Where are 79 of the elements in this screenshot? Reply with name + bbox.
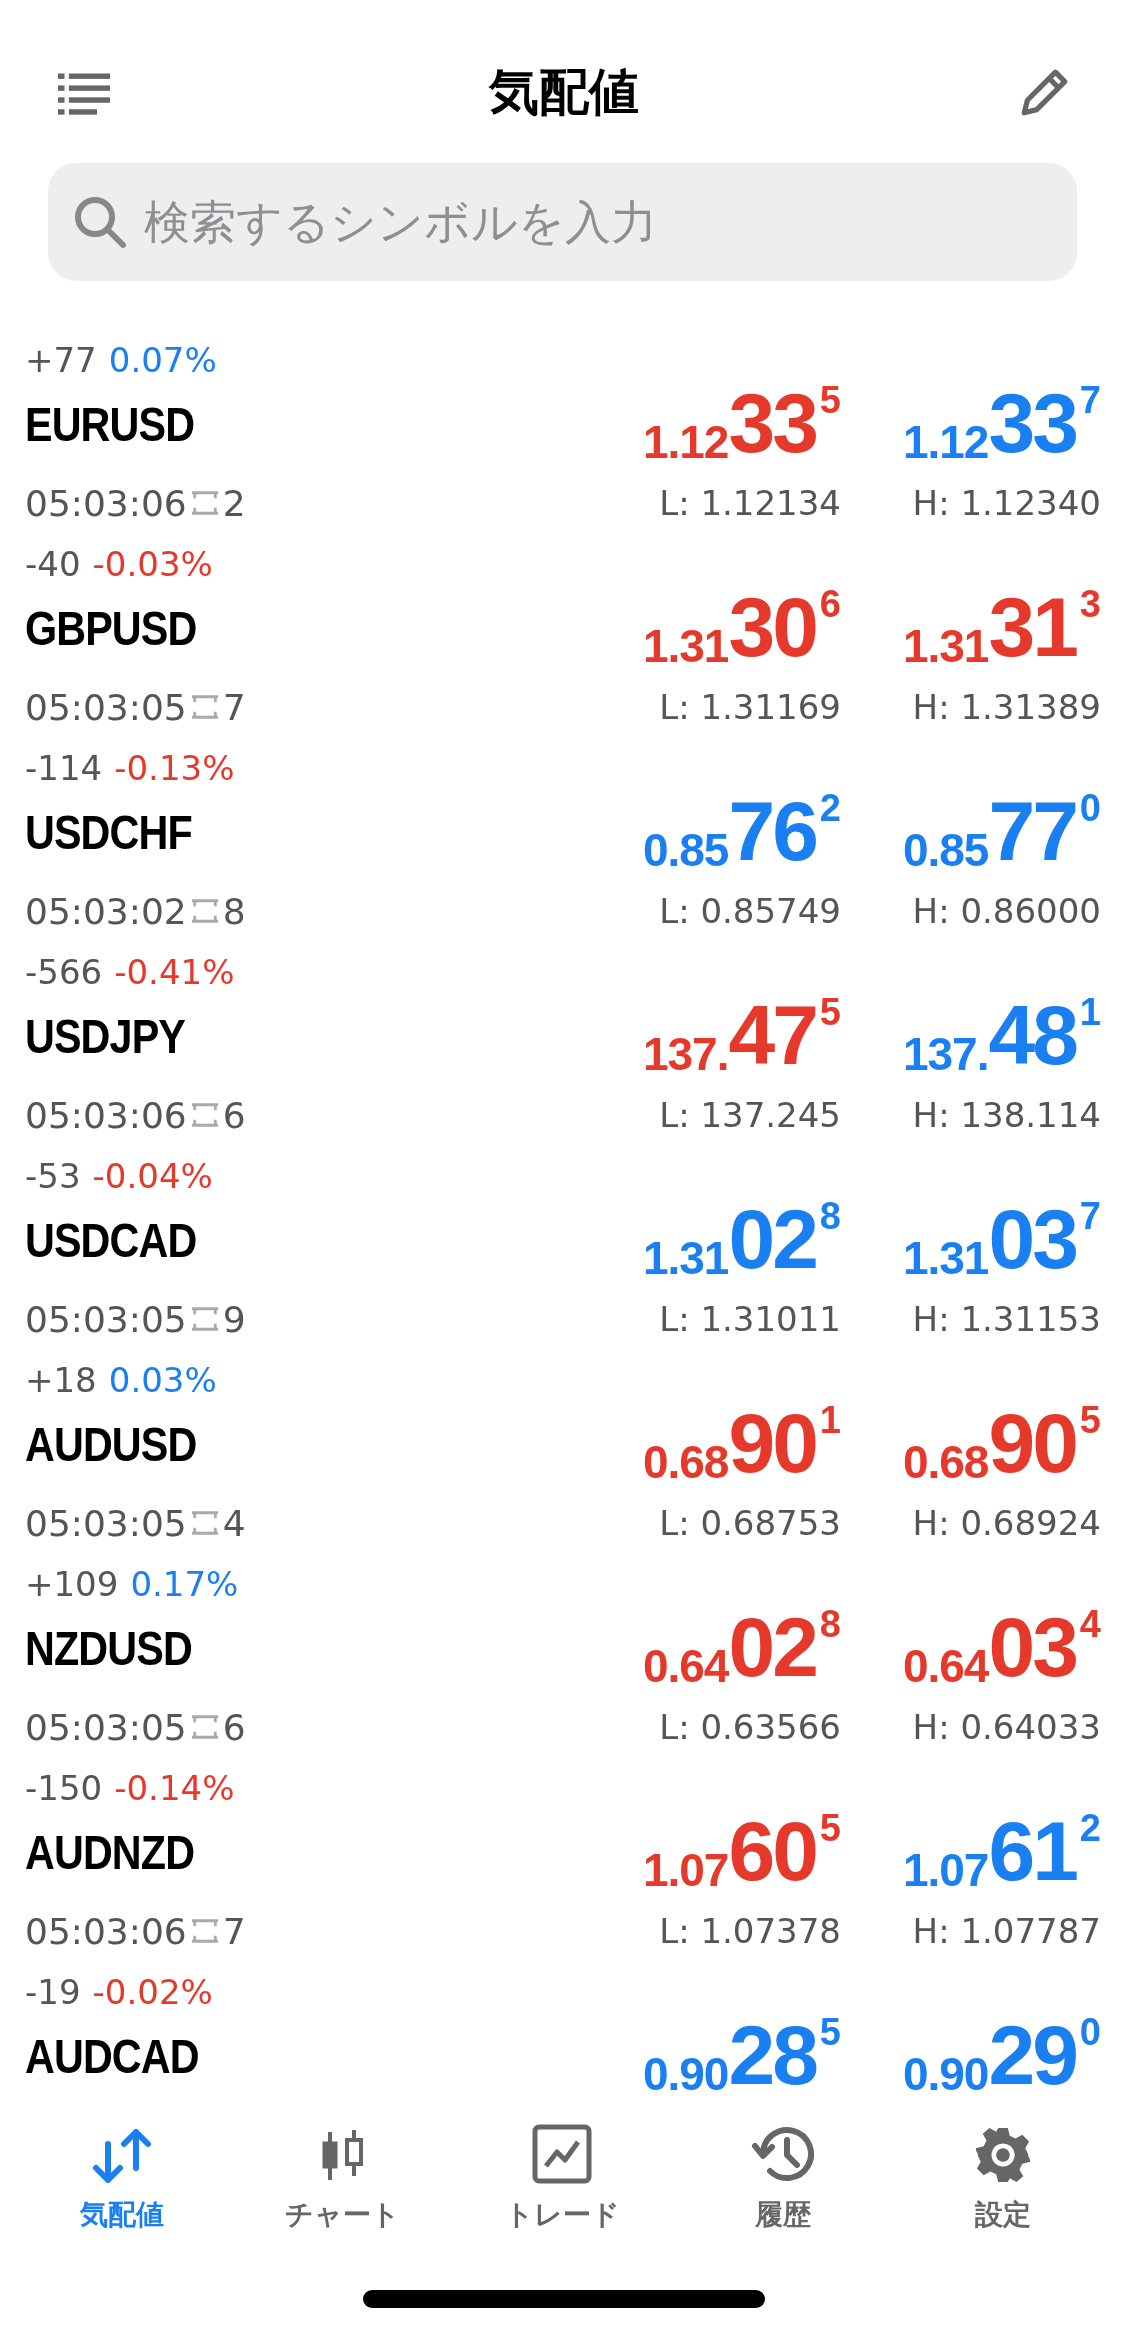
quote-time: 05:03:06 (25, 1094, 187, 1136)
symbol-name[interactable]: AUDCAD (25, 2028, 512, 2084)
low-price: L: 1.31169 (659, 687, 841, 727)
low-price: L: 0.68753 (659, 1503, 841, 1543)
change-percent: -0.04% (92, 1156, 213, 1196)
quote-time: 05:03:05 (25, 686, 187, 728)
symbol-name[interactable]: AUDNZD (25, 1824, 512, 1880)
change-points: -566 (25, 952, 103, 992)
change-points: -150 (25, 1768, 103, 1808)
spread-icon (190, 896, 219, 926)
high-price: H: 1.31389 (912, 687, 1101, 727)
tab[interactable]: 気配値 (22, 2104, 223, 2234)
low-price: L: 1.12134 (659, 483, 841, 523)
history-clock-icon (750, 2124, 815, 2184)
symbol-name[interactable]: AUDUSD (25, 1416, 512, 1472)
change-percent: 0.03% (108, 1360, 217, 1400)
spread-icon (190, 1916, 219, 1946)
spread-value: 4 (222, 1502, 246, 1544)
change-percent: -0.14% (114, 1768, 235, 1808)
change-points: -40 (25, 544, 81, 584)
low-price: L: 137.245 (659, 1095, 841, 1135)
change-percent: -0.41% (114, 952, 235, 992)
spread-value: 6 (222, 1094, 246, 1136)
symbol-name[interactable]: EURUSD (25, 396, 512, 452)
spread-icon (190, 692, 219, 722)
symbol-name[interactable]: USDCHF (25, 804, 512, 860)
symbol-name[interactable]: USDCAD (25, 1212, 512, 1268)
high-price: H: 0.86000 (912, 891, 1101, 931)
spread-value: 7 (222, 686, 246, 728)
symbol-name[interactable]: USDJPY (25, 1008, 512, 1064)
spread-icon (190, 488, 219, 518)
tab[interactable]: 履歴 (682, 2104, 883, 2234)
quote-time: 05:03:05 (25, 1706, 187, 1748)
spread-value: 2 (222, 482, 246, 524)
quote-time: 05:03:06 (25, 1910, 187, 1952)
spread-value: 6 (222, 1706, 246, 1748)
quote-time: 05:03:05 (25, 1298, 187, 1340)
quote-time: 05:03:05 (25, 1502, 187, 1544)
high-price: H: 0.64033 (912, 1707, 1101, 1747)
change-points: +109 (25, 1564, 119, 1604)
quote-time: 05:03:06 (25, 482, 187, 524)
spread-icon (190, 1508, 219, 1538)
symbol-name[interactable]: GBPUSD (25, 600, 512, 656)
tab[interactable]: トレード (462, 2104, 663, 2234)
low-price: L: 0.85749 (659, 891, 841, 931)
change-points: -19 (25, 1972, 81, 2012)
spread-icon (190, 1712, 219, 1742)
spread-value: 7 (222, 1910, 246, 1952)
search-field[interactable]: 検索するシンボルを入力 (48, 163, 1077, 281)
change-percent: 0.17% (130, 1564, 239, 1604)
line-chart-icon (532, 2124, 593, 2184)
symbol-name[interactable]: NZDUSD (25, 1620, 512, 1676)
high-price: H: 138.114 (912, 1095, 1101, 1135)
change-percent: -0.02% (92, 1972, 213, 2012)
change-points: +18 (25, 1360, 97, 1400)
quote-time: 05:03:02 (25, 890, 187, 932)
spread-icon (190, 1100, 219, 1130)
settings-icon (973, 2126, 1032, 2184)
change-points: +77 (25, 340, 97, 380)
search-input[interactable]: 検索するシンボルを入力 (142, 194, 1077, 250)
tab[interactable]: チャート (242, 2104, 443, 2234)
high-price: H: 0.68924 (912, 1503, 1101, 1543)
change-points: -53 (25, 1156, 81, 1196)
change-percent: -0.13% (114, 748, 235, 788)
screen-title: 気配値 (489, 62, 639, 123)
high-price: H: 1.07787 (912, 1911, 1101, 1951)
low-price: L: 1.31011 (659, 1299, 841, 1339)
low-price: L: 0.63566 (659, 1707, 841, 1747)
change-points: -114 (25, 748, 103, 788)
high-price: H: 1.12340 (912, 483, 1101, 523)
change-percent: 0.07% (108, 340, 217, 380)
high-price: H: 1.31153 (912, 1299, 1101, 1339)
change-percent: -0.03% (92, 544, 213, 584)
tab[interactable]: 設定 (902, 2104, 1103, 2234)
spread-icon (190, 1304, 219, 1334)
spread-value: 9 (222, 1298, 246, 1340)
spread-value: 8 (222, 890, 246, 932)
search-icon (72, 194, 128, 250)
low-price: L: 1.07378 (659, 1911, 841, 1951)
